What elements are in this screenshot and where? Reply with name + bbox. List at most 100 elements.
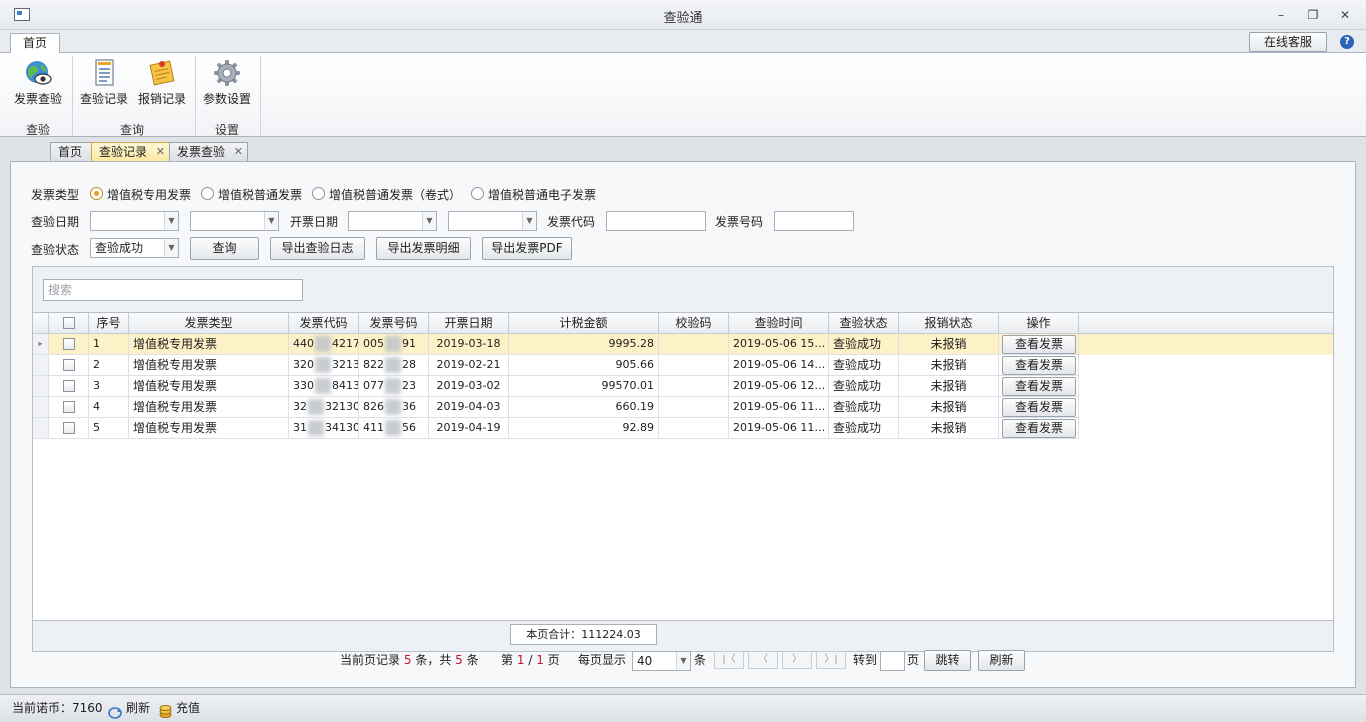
table-row[interactable]: 3增值税专用发票 330 84130 077 23 2019-03-0299570.01 2… (33, 376, 1333, 397)
select-all-checkbox[interactable] (63, 317, 75, 329)
jump-button[interactable]: 跳转 (924, 650, 971, 671)
cell-type: 增值税专用发票 (129, 334, 289, 355)
cell-code-part: 32 (293, 400, 307, 413)
cell-num-part: 005 (363, 337, 384, 350)
invoice-code-input[interactable] (606, 211, 706, 231)
cell-num: 826 36 (359, 397, 429, 418)
view-invoice-button[interactable]: 查看发票 (1002, 356, 1076, 375)
status-refresh-button[interactable]: 刷新 (126, 695, 150, 721)
goto-page-input[interactable] (880, 651, 905, 671)
help-icon[interactable]: ? (1340, 35, 1354, 49)
invoice-check-button[interactable]: 发票查验 (12, 58, 64, 116)
check-records-label: 查验记录 (79, 92, 128, 106)
query-button[interactable]: 查询 (190, 237, 259, 260)
recharge-button[interactable]: 充值 (176, 695, 200, 721)
radio-special-invoice[interactable] (90, 187, 103, 200)
row-checkbox[interactable] (63, 401, 75, 413)
tab-invoice-check[interactable]: 发票查验 ✕ (169, 142, 248, 162)
redaction-mask (315, 336, 331, 352)
search-input[interactable]: 搜索 (43, 279, 303, 301)
reimbursement-records-button[interactable]: 报销记录 (136, 58, 188, 116)
header-check-status[interactable]: 查验状态 (829, 313, 899, 334)
pager-refresh-button[interactable]: 刷新 (978, 650, 1025, 671)
redaction-mask (315, 357, 331, 373)
redaction-mask (385, 336, 401, 352)
header-amount[interactable]: 计税金额 (509, 313, 659, 334)
cell-code-part: 32130 (332, 358, 358, 371)
per-page-select[interactable]: 40 ▼ (632, 651, 691, 671)
last-page-icon[interactable]: 〉| (816, 651, 846, 669)
tab-check-records[interactable]: 查验记录 ✕ (91, 142, 170, 162)
cell-code-part: 32130 (325, 400, 359, 413)
minimize-button[interactable]: – (1270, 6, 1292, 24)
invoice-code-label: 发票代码 (547, 215, 596, 229)
cell-status: 查验成功 (829, 418, 899, 439)
table-row[interactable]: 4 增值税专用发票 32 32130 826 36 2019-04-03 660.19 2019… (33, 397, 1333, 418)
cell-action: 查看发票 (999, 397, 1079, 418)
ribbon-tab-home[interactable]: 首页 (10, 33, 60, 54)
row-checkbox[interactable] (63, 380, 75, 392)
header-no[interactable]: 序号 (89, 313, 129, 334)
header-issue-date[interactable]: 开票日期 (429, 313, 509, 334)
header-code[interactable]: 发票代码 (289, 313, 359, 334)
check-date-from[interactable]: ▼ (90, 211, 179, 231)
row-checkbox[interactable] (63, 338, 75, 350)
chevron-down-icon: ▼ (522, 212, 536, 230)
header-number[interactable]: 发票号码 (359, 313, 429, 334)
header-check-code[interactable]: 校验码 (659, 313, 729, 334)
header-reimb-status[interactable]: 报销状态 (899, 313, 999, 334)
radio-label: 增值税普通发票（卷式） (329, 188, 462, 202)
view-invoice-button[interactable]: 查看发票 (1002, 335, 1076, 354)
radio-normal-invoice[interactable] (201, 187, 214, 200)
view-invoice-button[interactable]: 查看发票 (1002, 419, 1076, 438)
pager-total: 5 (455, 653, 463, 667)
radio-electronic-invoice[interactable] (471, 187, 484, 200)
header-type[interactable]: 发票类型 (129, 313, 289, 334)
cell-code-part: 34130 (325, 421, 359, 434)
pager-slash: / (528, 653, 533, 667)
table-row[interactable]: 5 增值税专用发票 31 34130 411 56 2019-04-19 92.89 2019-… (33, 418, 1333, 439)
view-invoice-button[interactable]: 查看发票 (1002, 398, 1076, 417)
per-page-label: 每页显示 (578, 653, 627, 667)
ribbon-separator (260, 56, 261, 136)
row-checkbox[interactable] (63, 359, 75, 371)
close-tab-icon[interactable]: ✕ (156, 143, 165, 161)
issue-date-to[interactable]: ▼ (448, 211, 537, 231)
view-invoice-button[interactable]: 查看发票 (1002, 377, 1076, 396)
tab-home-label: 首页 (58, 145, 83, 159)
online-service-button[interactable]: 在线客服 (1249, 32, 1327, 52)
cell-code-part: 320 (293, 358, 314, 371)
invoice-check-label: 发票查验 (13, 92, 62, 106)
radio-roll-invoice[interactable] (312, 187, 325, 200)
status-select[interactable]: 查验成功 ▼ (90, 238, 179, 258)
cell-num-part: 36 (402, 400, 416, 413)
cell-type: 增值税专用发票 (129, 418, 289, 439)
header-action[interactable]: 操作 (999, 313, 1079, 334)
row-indicator (33, 376, 49, 397)
header-check-time[interactable]: 查验时间 (729, 313, 829, 334)
export-pdf-button[interactable]: 导出发票PDF (482, 237, 572, 260)
cell-num: 411 56 (359, 418, 429, 439)
next-page-icon[interactable]: 〉 (782, 651, 812, 669)
check-date-to[interactable]: ▼ (190, 211, 279, 231)
restore-button[interactable]: ❐ (1302, 6, 1324, 24)
prev-page-icon[interactable]: 〈 (748, 651, 778, 669)
check-records-button[interactable]: 查验记录 (78, 58, 130, 116)
issue-date-from[interactable]: ▼ (348, 211, 437, 231)
coin-balance: 当前诺币：7160 (12, 701, 103, 715)
row-checkbox[interactable] (63, 422, 75, 434)
close-button[interactable]: ✕ (1334, 6, 1356, 24)
goto-unit: 页 (907, 653, 920, 667)
check-date-label: 查验日期 (31, 215, 80, 229)
table-row[interactable]: ▸ 1增值税专用发票 440 42170 005 91 2019-03-189995.28 2… (33, 334, 1333, 355)
export-log-button[interactable]: 导出查验日志 (270, 237, 365, 260)
export-detail-button[interactable]: 导出发票明细 (376, 237, 471, 260)
settings-button[interactable]: 参数设置 (201, 58, 253, 116)
cell-num-part: 077 (363, 379, 384, 392)
table-row[interactable]: 2增值税专用发票 320 32130 822 28 2019-02-21905.66 201… (33, 355, 1333, 376)
close-tab-icon[interactable]: ✕ (234, 143, 243, 161)
first-page-icon[interactable]: |〈 (714, 651, 744, 669)
invoice-number-input[interactable] (774, 211, 854, 231)
cell-code-part: 42170 (332, 337, 358, 350)
tab-home[interactable]: 首页 (50, 142, 92, 162)
